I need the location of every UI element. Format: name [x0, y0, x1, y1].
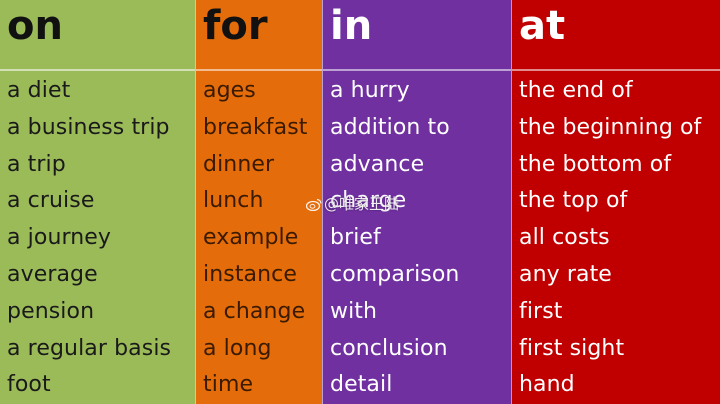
column-on: on a diet a business trip a trip a cruis…	[0, 0, 195, 404]
list-item: with	[330, 298, 378, 324]
list-item: dinner	[203, 151, 275, 177]
list-item: time	[203, 372, 254, 398]
list-item: any rate	[519, 261, 612, 287]
list-item: a regular basis	[7, 335, 172, 361]
list-item: addition to	[330, 114, 450, 140]
list-item: a business trip	[7, 114, 170, 140]
column-list-for: ages breakfast dinner lunch example inst…	[196, 71, 322, 404]
list-item: advance	[330, 151, 425, 177]
list-item: conclusion	[330, 335, 448, 361]
list-item: a journey	[7, 225, 112, 251]
weibo-icon	[305, 197, 322, 212]
list-item: first sight	[519, 335, 625, 361]
column-list-on: a diet a business trip a trip a cruise a…	[0, 71, 195, 404]
list-item: example	[203, 225, 299, 251]
list-item: breakfast	[203, 114, 308, 140]
list-item: average	[7, 261, 98, 287]
list-item: first	[519, 298, 563, 324]
list-item: pension	[7, 298, 95, 324]
list-item: a cruise	[7, 188, 95, 214]
column-for: for ages breakfast dinner lunch example …	[195, 0, 322, 404]
list-item: all costs	[519, 225, 610, 251]
list-item: the beginning of	[519, 114, 702, 140]
list-item: the top of	[519, 188, 628, 214]
column-header-on: on	[0, 0, 195, 71]
watermark: @唯家王陆	[305, 193, 400, 214]
list-item: instance	[203, 261, 297, 287]
watermark-text: @唯家王陆	[324, 195, 400, 213]
preposition-table: on a diet a business trip a trip a cruis…	[0, 0, 720, 404]
list-item: the bottom of	[519, 151, 672, 177]
list-item: a hurry	[330, 78, 410, 103]
column-header-at: at	[512, 0, 720, 71]
column-list-in: a hurry addition to advance charge brief…	[323, 71, 511, 404]
list-item: a trip	[7, 151, 66, 177]
list-item: foot	[7, 372, 51, 398]
column-header-in: in	[323, 0, 511, 71]
list-item: a change	[203, 298, 306, 324]
list-item: a long	[203, 335, 272, 361]
column-header-for: for	[196, 0, 322, 71]
column-list-at: the end of the beginning of the bottom o…	[512, 71, 720, 404]
list-item: the end of	[519, 78, 633, 103]
list-item: hand	[519, 372, 575, 398]
column-at: at the end of the beginning of the botto…	[511, 0, 720, 404]
list-item: a diet	[7, 78, 71, 103]
list-item: brief	[330, 225, 381, 251]
list-item: ages	[203, 78, 256, 103]
list-item: lunch	[203, 188, 264, 214]
list-item: detail	[330, 372, 393, 398]
list-item: comparison	[330, 261, 460, 287]
